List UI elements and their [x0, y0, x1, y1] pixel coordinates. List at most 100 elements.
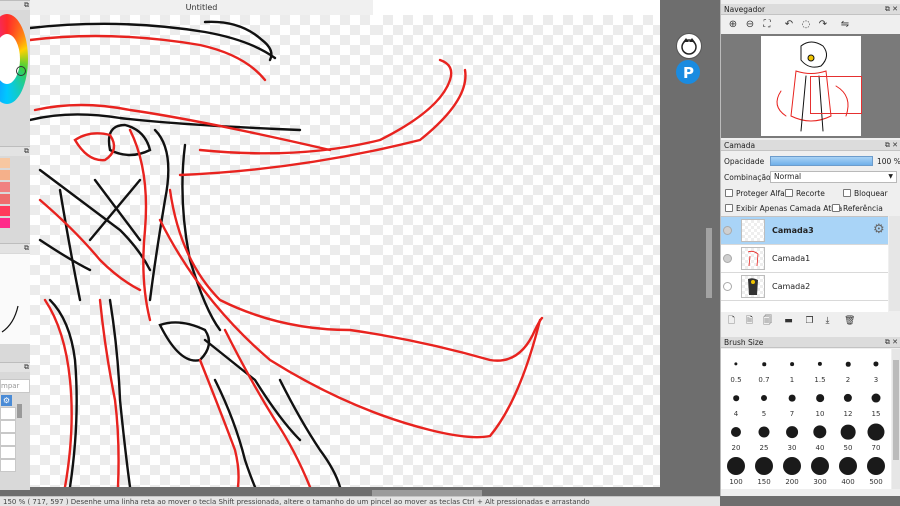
pin-icon[interactable]: ⧉ ✕ [885, 337, 898, 348]
brush-size-label: 15 [871, 410, 881, 418]
pixiv-icon[interactable]: P [676, 60, 700, 84]
list-item[interactable] [0, 433, 16, 446]
fit-view-icon[interactable]: ⛶ [761, 19, 773, 31]
layer-panel-title: Camada [724, 141, 756, 150]
brush-size-option[interactable]: 3 [862, 351, 890, 385]
layer-row-camada2[interactable]: Camada2 [721, 273, 888, 301]
brush-size-option[interactable]: 150 [750, 453, 778, 487]
show-active-only-checkbox[interactable] [725, 204, 733, 212]
brush-size-option[interactable]: 10 [806, 385, 834, 419]
opacity-slider[interactable] [770, 156, 873, 166]
pin-icon[interactable]: ⧉ ✕ [885, 140, 898, 151]
layer-thumbnail [741, 219, 765, 242]
brush-size-option[interactable]: 500 [862, 453, 890, 487]
brush-size-option[interactable]: 0.7 [750, 351, 778, 385]
brush-size-option[interactable]: 7 [778, 385, 806, 419]
visibility-icon[interactable] [723, 254, 732, 263]
brush-size-option[interactable]: 4 [722, 385, 750, 419]
canvas-top-strip [373, 0, 660, 16]
pin-icon[interactable]: ⧉ [24, 244, 29, 253]
reference-checkbox[interactable] [832, 204, 840, 212]
layer-row-camada3[interactable]: Camada3 ⚙ [721, 217, 888, 245]
brush-size-option[interactable]: 20 [722, 419, 750, 453]
delete-layer-icon[interactable]: 🗑 [844, 316, 855, 327]
brush-preview [0, 254, 30, 344]
drawing-canvas-extension[interactable] [373, 15, 660, 487]
list-item[interactable] [0, 446, 16, 459]
color-swatch[interactable] [0, 182, 10, 192]
vertical-scrollbar[interactable] [706, 228, 712, 298]
visibility-icon[interactable] [723, 226, 732, 235]
brush-size-option[interactable]: 12 [834, 385, 862, 419]
brush-size-dot [727, 457, 745, 475]
gear-icon[interactable]: ⚙ [873, 223, 887, 237]
app-avatar-icon[interactable] [676, 33, 702, 59]
scrollbar[interactable] [17, 404, 22, 418]
pin-icon[interactable]: ⧉ [24, 1, 29, 10]
color-wheel[interactable] [0, 14, 28, 104]
color-picker-cursor[interactable] [16, 66, 26, 76]
color-swatch[interactable] [0, 206, 10, 216]
brush-size-label: 3 [873, 376, 879, 384]
color-swatch[interactable] [0, 218, 10, 228]
brush-size-option[interactable]: 30 [778, 419, 806, 453]
list-item[interactable] [0, 420, 16, 433]
brush-size-option[interactable]: 2 [834, 351, 862, 385]
brush-size-option[interactable]: 70 [862, 419, 890, 453]
right-panel: Navegador ⧉ ✕ ⊕ ⊖ ⛶ ↶ ◌ ↷ ⇋ Camada ⧉ ✕ O… [720, 0, 900, 496]
brush-size-option[interactable]: 400 [834, 453, 862, 487]
brush-size-option[interactable]: 5 [750, 385, 778, 419]
pin-icon[interactable]: ⧉ [24, 363, 29, 372]
brush-size-option[interactable]: 1.5 [806, 351, 834, 385]
clip-checkbox[interactable] [785, 189, 793, 197]
reset-rotation-icon[interactable]: ◌ [800, 19, 812, 31]
zoom-out-icon[interactable]: ⊖ [744, 19, 756, 31]
pin-icon[interactable]: ⧉ [24, 147, 29, 156]
brush-size-option[interactable]: 100 [722, 453, 750, 487]
brush-size-dot [730, 426, 742, 438]
protect-alpha-checkbox[interactable] [725, 189, 733, 197]
brush-size-option[interactable]: 25 [750, 419, 778, 453]
color-swatch[interactable] [0, 194, 10, 204]
drawing-canvas[interactable] [30, 15, 373, 487]
blend-mode-select[interactable]: Normal ▼ [770, 171, 897, 183]
navigator-preview[interactable] [721, 34, 900, 138]
gear-icon[interactable]: ⚙ [1, 395, 12, 406]
new-folder-icon[interactable]: ▬ [783, 316, 794, 327]
visibility-icon[interactable] [723, 282, 732, 291]
brush-size-option[interactable]: 1 [778, 351, 806, 385]
duplicate-layer-icon[interactable]: ❐ [804, 316, 815, 327]
brush-size-label: 1.5 [814, 376, 826, 384]
brush-size-option[interactable]: 300 [806, 453, 834, 487]
color-swatch[interactable] [0, 170, 10, 180]
brush-size-option[interactable]: 40 [806, 419, 834, 453]
layer-thumbnail-art [748, 278, 758, 295]
pin-icon[interactable]: ⧉ ✕ [885, 4, 898, 15]
merge-down-icon[interactable]: ⤓ [822, 316, 833, 327]
flip-icon[interactable]: ⇋ [839, 19, 851, 31]
rotate-left-icon[interactable]: ↶ [783, 19, 795, 31]
navigator-title: Navegador [724, 5, 766, 14]
lock-checkbox[interactable] [843, 189, 851, 197]
brush-size-option[interactable]: 200 [778, 453, 806, 487]
navigator-viewport-rect[interactable] [810, 76, 862, 114]
list-item[interactable] [0, 407, 16, 420]
rotate-right-icon[interactable]: ↷ [817, 19, 829, 31]
brush-size-dot [788, 394, 796, 402]
mascot-icon [681, 38, 697, 55]
brush-size-option[interactable]: 15 [862, 385, 890, 419]
new-layer-icon[interactable]: 🗋 [726, 316, 737, 327]
brush-size-label: 0.5 [730, 376, 742, 384]
zoom-in-icon[interactable]: ⊕ [727, 19, 739, 31]
brush-size-option[interactable]: 50 [834, 419, 862, 453]
brush-size-scroll-thumb[interactable] [893, 360, 899, 460]
brush-size-title: Brush Size [724, 338, 764, 347]
color-swatch[interactable] [0, 158, 10, 168]
new-raster-layer-icon[interactable]: 🗎 [744, 316, 755, 327]
tool-search-input[interactable]: mpar [0, 379, 30, 393]
brush-size-option[interactable]: 0.5 [722, 351, 750, 385]
new-halftone-layer-icon[interactable]: 🗐 [762, 316, 773, 327]
layer-row-camada1[interactable]: Camada1 [721, 245, 888, 273]
list-item[interactable] [0, 459, 16, 472]
layer-list-scrollbar[interactable] [889, 216, 900, 311]
